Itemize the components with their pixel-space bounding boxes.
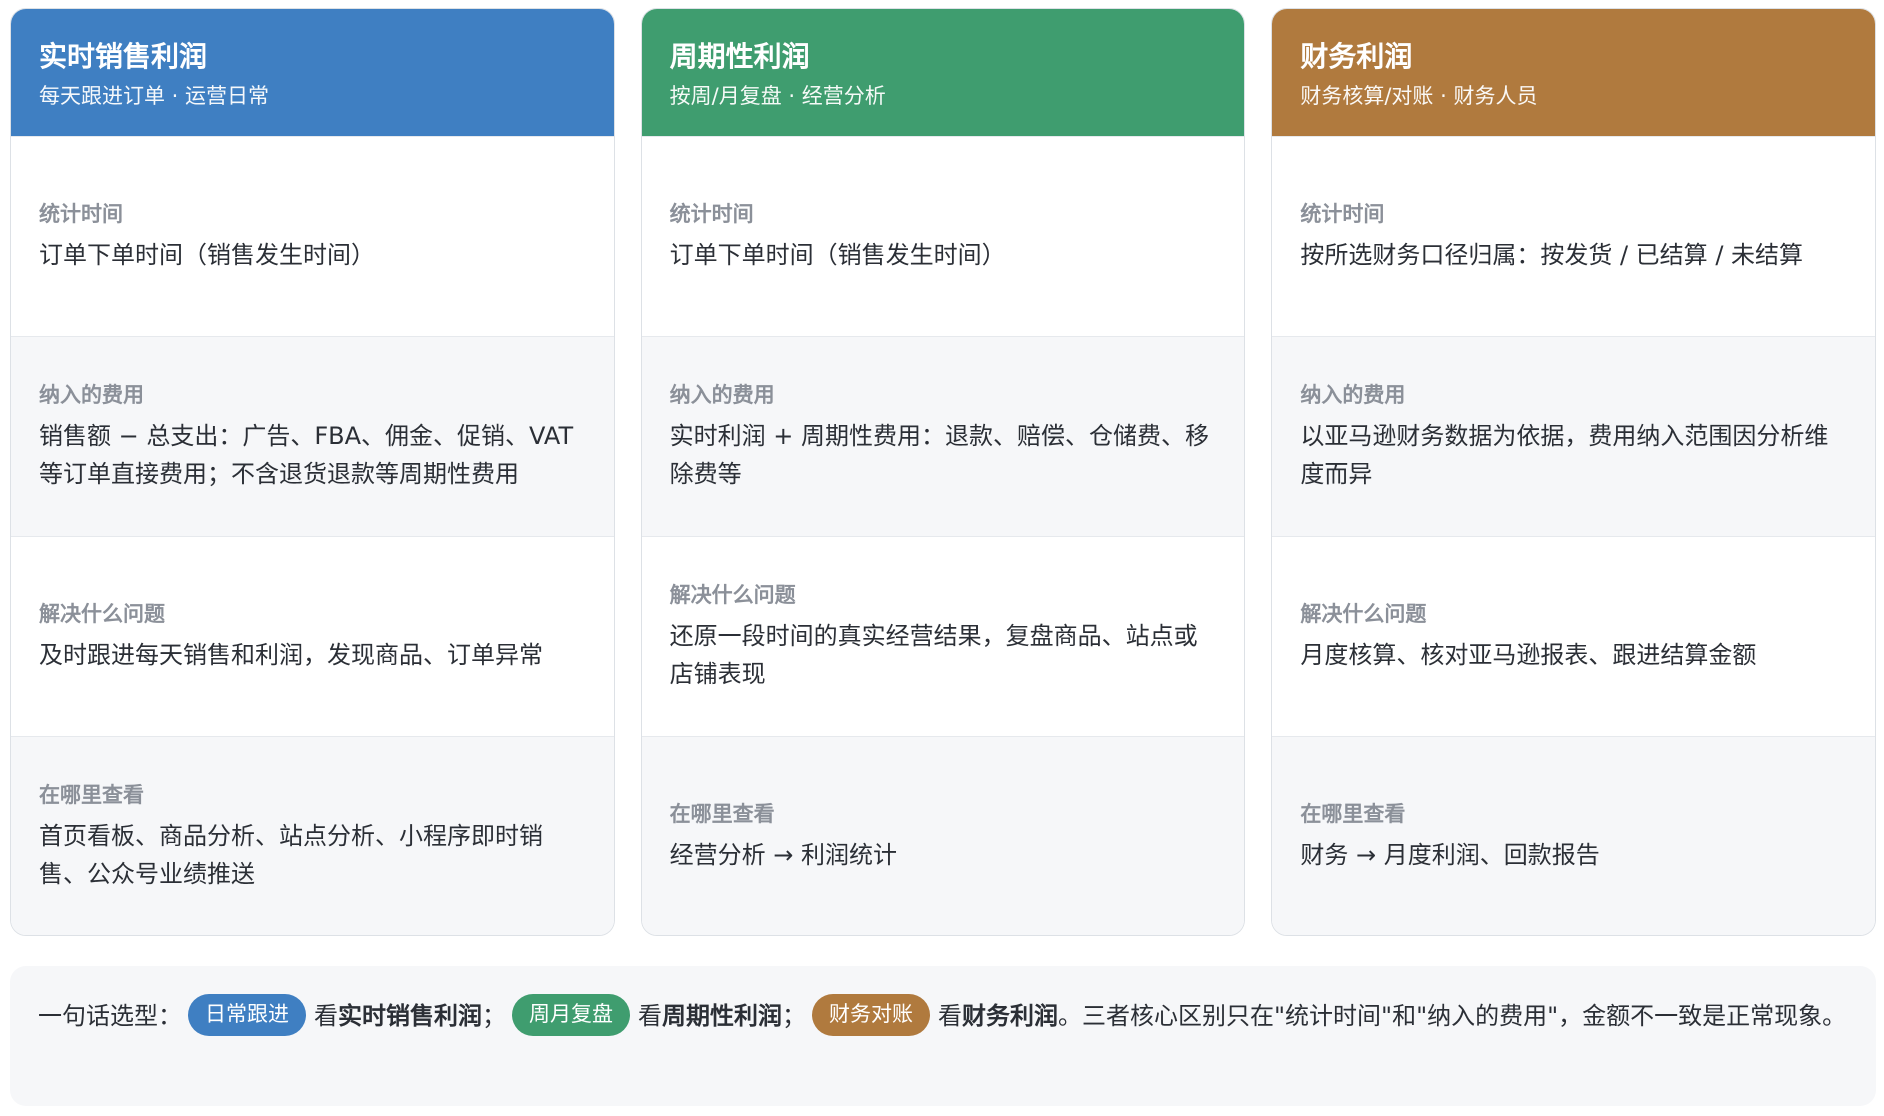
profit-type-cards: 实时销售利润 每天跟进订单 · 运营日常 统计时间 订单下单时间（销售发生时间）… — [10, 8, 1877, 936]
section-problem-solved: 解决什么问题 月度核算、核对亚马逊报表、跟进结算金额 — [1272, 536, 1876, 736]
section-value: 实时利润 + 周期性费用：退款、赔偿、仓储费、移除费等 — [669, 422, 1210, 488]
section-stat-time: 统计时间 订单下单时间（销售发生时间） — [11, 136, 614, 336]
section-problem-solved: 解决什么问题 还原一段时间的真实经营结果，复盘商品、站点或店铺表现 — [641, 536, 1245, 736]
section-included-fees: 纳入的费用 以亚马逊财务数据为依据，费用纳入范围因分析维度而异 — [1272, 336, 1876, 536]
tag-periodic-review: 周月复盘 — [512, 994, 630, 1036]
tag-daily-follow-up: 日常跟进 — [188, 994, 306, 1036]
card-subtitle: 按周/月复盘 · 经营分析 — [669, 84, 886, 108]
section-problem-solved: 解决什么问题 及时跟进每天销售和利润，发现商品、订单异常 — [11, 536, 614, 736]
card-subtitle: 每天跟进订单 · 运营日常 — [39, 84, 270, 108]
summary-text: 看 — [938, 1002, 962, 1030]
summary-text: 看 — [314, 1002, 338, 1030]
section-value: 按所选财务口径归属：按发货 / 已结算 / 未结算 — [1300, 241, 1804, 269]
section-value: 销售额 − 总支出：广告、FBA、佣金、促销、VAT 等订单直接费用；不含退货退… — [39, 422, 574, 488]
summary-strong-realtime: 实时销售利润 — [338, 1002, 482, 1030]
section-where-to-view: 在哪里查看 财务 → 月度利润、回款报告 — [1272, 736, 1876, 935]
section-value: 月度核算、核对亚马逊报表、跟进结算金额 — [1300, 641, 1757, 669]
card-subtitle: 财务核算/对账 · 财务人员 — [1300, 84, 1538, 108]
summary-separator: ； — [482, 1002, 506, 1030]
card-header: 实时销售利润 每天跟进订单 · 运营日常 — [11, 9, 614, 136]
section-label: 在哪里查看 — [1300, 801, 1406, 826]
section-stat-time: 统计时间 按所选财务口径归属：按发货 / 已结算 / 未结算 — [1272, 136, 1876, 336]
section-label: 解决什么问题 — [39, 602, 165, 626]
card-header: 周期性利润 按周/月复盘 · 经营分析 — [641, 9, 1245, 136]
section-label: 在哪里查看 — [669, 801, 775, 826]
section-value: 还原一段时间的真实经营结果，复盘商品、站点或店铺表现 — [669, 622, 1198, 688]
summary-text: 看 — [638, 1002, 662, 1030]
section-stat-time: 统计时间 订单下单时间（销售发生时间） — [641, 136, 1245, 336]
section-value: 订单下单时间（销售发生时间） — [669, 241, 1006, 269]
section-label: 纳入的费用 — [1300, 383, 1406, 407]
section-value: 财务 → 月度利润、回款报告 — [1300, 840, 1600, 869]
card-periodic-profit: 周期性利润 按周/月复盘 · 经营分析 统计时间 订单下单时间（销售发生时间） … — [640, 8, 1246, 936]
section-label: 统计时间 — [39, 202, 123, 226]
card-header: 财务利润 财务核算/对账 · 财务人员 — [1272, 9, 1876, 136]
summary-separator: ； — [782, 1002, 806, 1030]
section-label: 解决什么问题 — [1300, 602, 1427, 626]
section-label: 在哪里查看 — [39, 782, 144, 807]
section-value: 及时跟进每天销售和利润，发现商品、订单异常 — [39, 641, 543, 669]
section-label: 纳入的费用 — [39, 383, 144, 407]
card-realtime-sales-profit: 实时销售利润 每天跟进订单 · 运营日常 统计时间 订单下单时间（销售发生时间）… — [10, 8, 615, 936]
summary-tail: 。三者核心区别只在"统计时间"和"纳入的费用"，金额不一致是正常现象。 — [1058, 1002, 1847, 1030]
summary-strong-periodic: 周期性利润 — [662, 1002, 782, 1030]
section-label: 纳入的费用 — [669, 383, 775, 407]
section-label: 统计时间 — [1300, 202, 1385, 226]
section-value: 以亚马逊财务数据为依据，费用纳入范围因分析维度而异 — [1300, 422, 1829, 488]
card-title: 财务利润 — [1300, 40, 1413, 73]
section-where-to-view: 在哪里查看 首页看板、商品分析、站点分析、小程序即时销售、公众号业绩推送 — [11, 736, 614, 935]
summary-strong-financial: 财务利润 — [962, 1002, 1058, 1030]
section-value: 首页看板、商品分析、站点分析、小程序即时销售、公众号业绩推送 — [39, 821, 543, 888]
section-where-to-view: 在哪里查看 经营分析 → 利润统计 — [641, 736, 1245, 935]
section-value: 经营分析 → 利润统计 — [669, 840, 898, 869]
card-title: 实时销售利润 — [39, 40, 208, 73]
section-included-fees: 纳入的费用 实时利润 + 周期性费用：退款、赔偿、仓储费、移除费等 — [641, 336, 1245, 536]
summary-lead: 一句话选型： — [38, 1002, 182, 1030]
selection-summary: 一句话选型： 日常跟进 看实时销售利润； 周月复盘 看周期性利润； 财务对账 看财务利润。三… — [10, 966, 1876, 1106]
tag-financial-reconciliation: 财务对账 — [812, 994, 930, 1036]
section-label: 解决什么问题 — [669, 583, 796, 607]
card-financial-profit: 财务利润 财务核算/对账 · 财务人员 统计时间 按所选财务口径归属：按发货 /… — [1271, 8, 1877, 936]
section-label: 统计时间 — [669, 202, 754, 226]
section-included-fees: 纳入的费用 销售额 − 总支出：广告、FBA、佣金、促销、VAT 等订单直接费用… — [11, 336, 614, 536]
card-title: 周期性利润 — [669, 40, 810, 73]
section-value: 订单下单时间（销售发生时间） — [39, 241, 375, 269]
